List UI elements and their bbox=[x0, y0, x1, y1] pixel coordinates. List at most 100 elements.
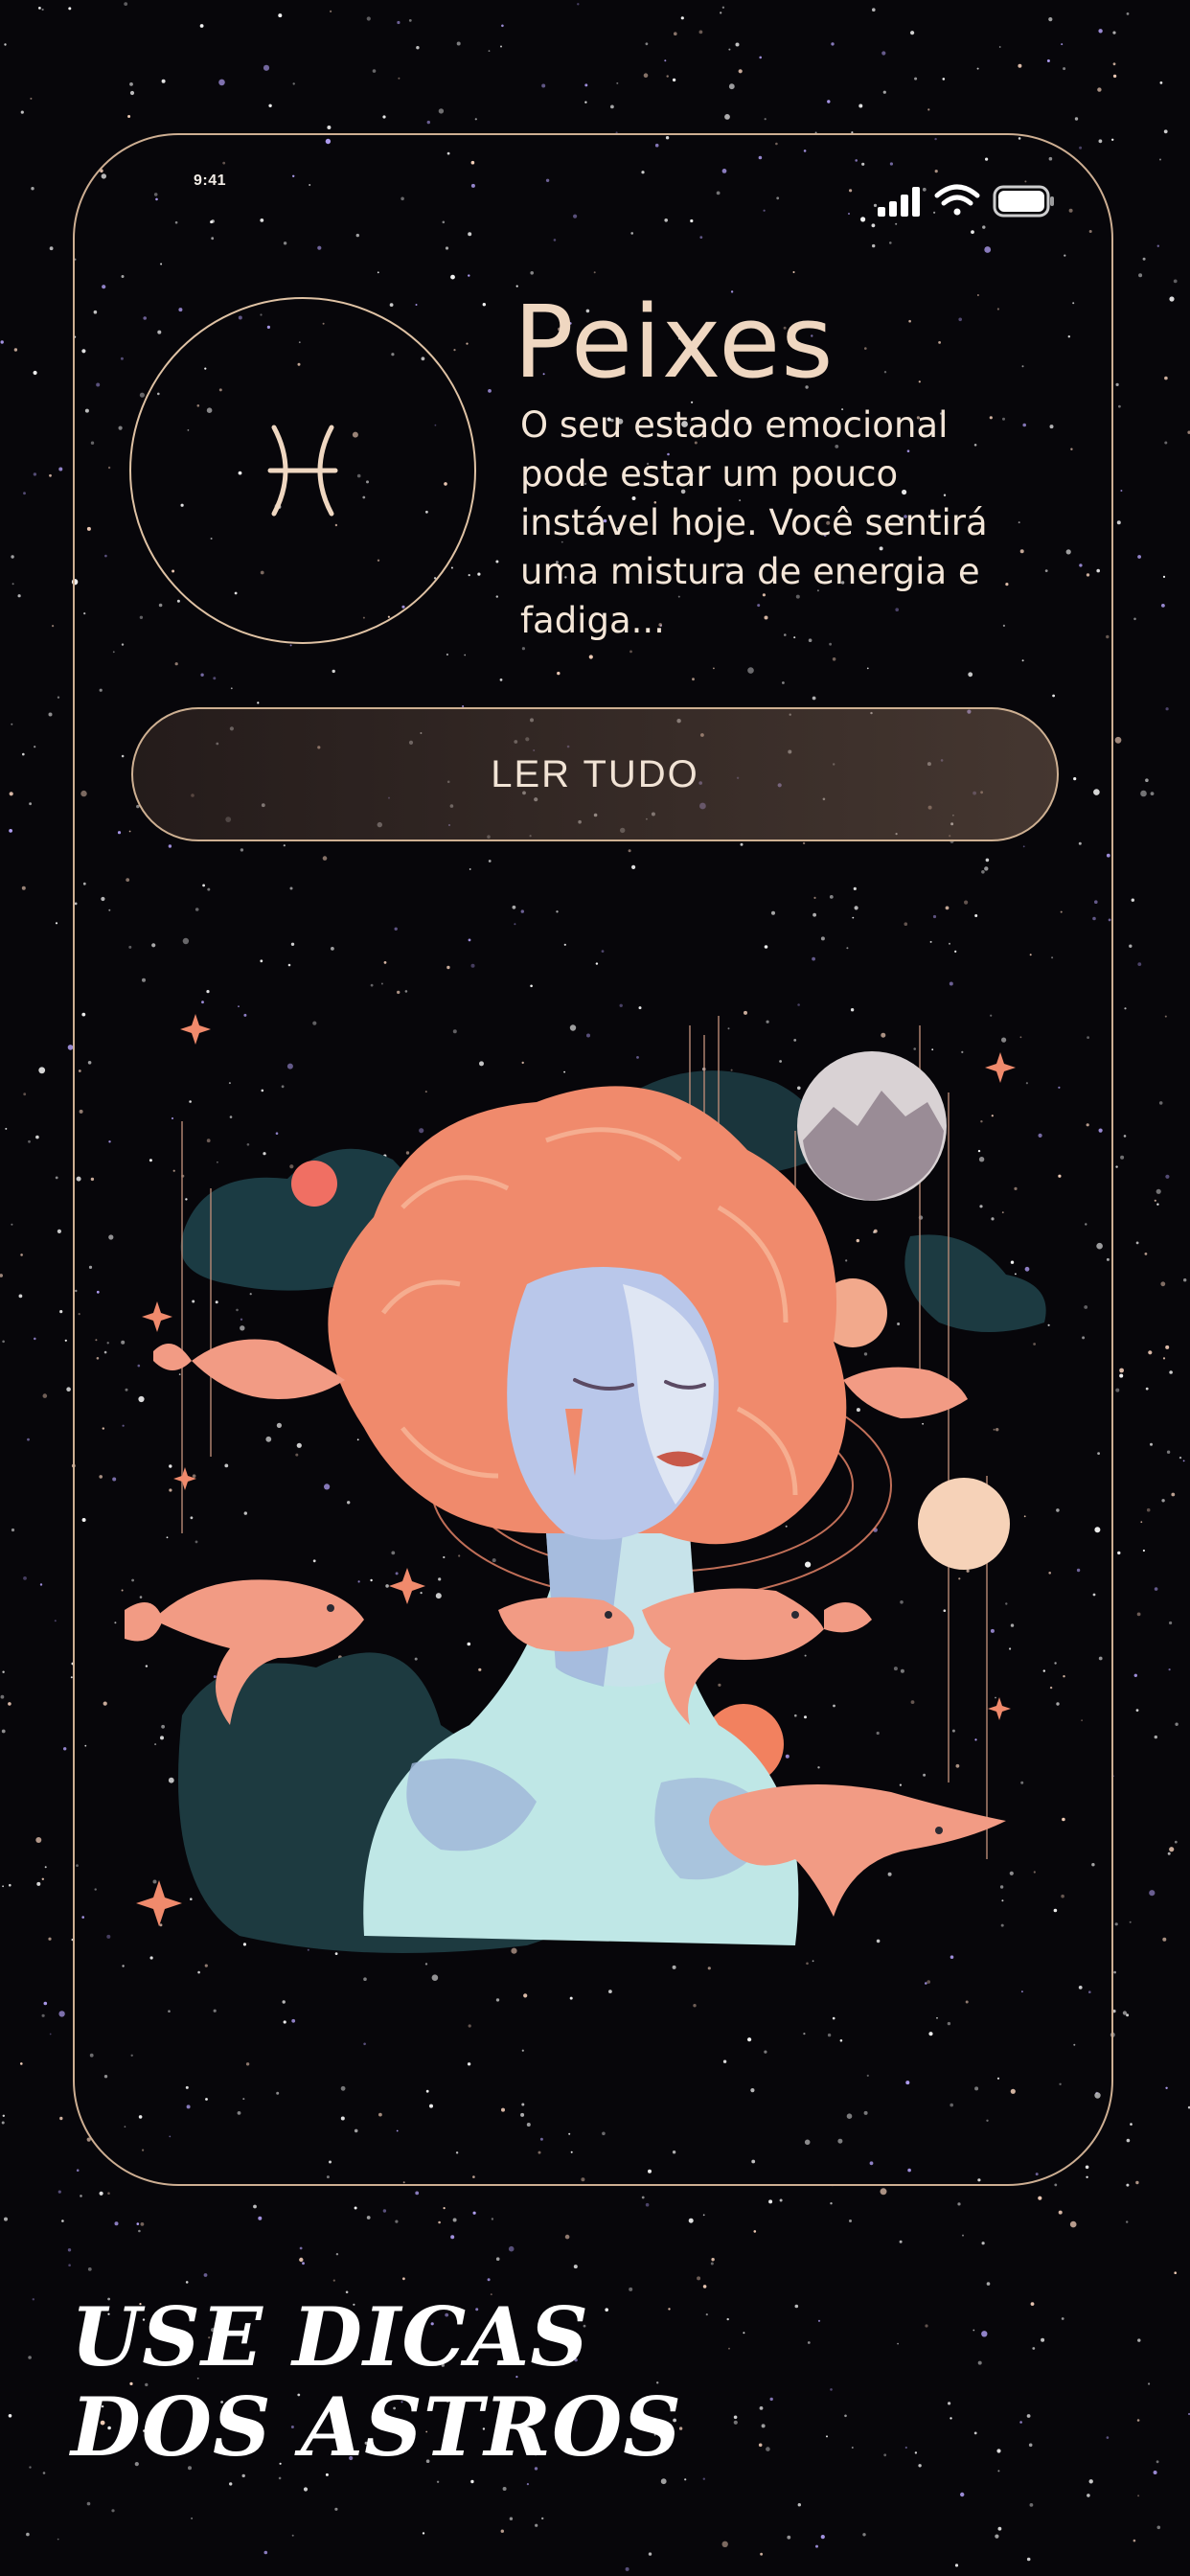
star bbox=[880, 2188, 887, 2196]
star bbox=[127, 115, 131, 118]
star bbox=[1133, 617, 1136, 621]
star bbox=[844, 2414, 847, 2418]
star bbox=[1115, 382, 1119, 386]
star bbox=[1135, 1709, 1139, 1712]
star bbox=[0, 340, 4, 344]
star bbox=[38, 1067, 46, 1074]
star bbox=[2, 1885, 4, 1888]
star bbox=[438, 2220, 441, 2224]
star bbox=[487, 2278, 491, 2282]
star bbox=[470, 2479, 474, 2484]
star bbox=[702, 2285, 707, 2288]
star bbox=[2, 2114, 5, 2117]
star bbox=[67, 2248, 72, 2252]
wifi-icon bbox=[934, 184, 980, 216]
star bbox=[1156, 2525, 1161, 2530]
star bbox=[501, 24, 504, 28]
star bbox=[1156, 2460, 1159, 2464]
star bbox=[34, 1337, 36, 1341]
star bbox=[794, 2304, 799, 2309]
star bbox=[61, 2220, 64, 2222]
star bbox=[1154, 1199, 1156, 1202]
star bbox=[986, 2282, 991, 2286]
star bbox=[1038, 2196, 1042, 2200]
star bbox=[977, 2360, 982, 2365]
star bbox=[954, 2564, 959, 2567]
star bbox=[957, 2202, 961, 2206]
star bbox=[1026, 2414, 1031, 2418]
star bbox=[1098, 139, 1103, 144]
star bbox=[872, 8, 876, 12]
star bbox=[36, 1881, 41, 1886]
star bbox=[1162, 575, 1166, 579]
star bbox=[1113, 1970, 1116, 1974]
star bbox=[1148, 1350, 1153, 1355]
star bbox=[973, 2329, 975, 2332]
star bbox=[1120, 490, 1123, 492]
star bbox=[1, 2121, 5, 2125]
star bbox=[1154, 1587, 1158, 1591]
star bbox=[57, 2538, 59, 2541]
star bbox=[49, 246, 54, 251]
star bbox=[1112, 74, 1117, 79]
star bbox=[1098, 29, 1103, 34]
star bbox=[1137, 962, 1142, 966]
star bbox=[1112, 31, 1116, 34]
star bbox=[738, 69, 743, 74]
star bbox=[1054, 2183, 1058, 2187]
star bbox=[645, 42, 649, 46]
star bbox=[17, 594, 21, 598]
star bbox=[4, 2217, 8, 2221]
star bbox=[1140, 790, 1147, 797]
star bbox=[616, 81, 619, 84]
star bbox=[1115, 1165, 1118, 1168]
star bbox=[1142, 257, 1146, 261]
star bbox=[720, 12, 722, 14]
star bbox=[11, 1528, 15, 1532]
star bbox=[49, 2033, 52, 2036]
star bbox=[1019, 2421, 1022, 2424]
read-more-button[interactable]: LER TUDO bbox=[131, 707, 1059, 841]
star bbox=[415, 2191, 420, 2196]
star bbox=[1164, 441, 1168, 445]
star bbox=[1123, 1135, 1127, 1138]
star bbox=[897, 2342, 899, 2345]
star bbox=[11, 555, 14, 559]
star bbox=[35, 1837, 42, 1843]
star bbox=[1026, 2557, 1031, 2562]
star bbox=[48, 712, 53, 717]
star bbox=[914, 77, 918, 80]
star bbox=[278, 13, 283, 18]
star bbox=[1018, 63, 1022, 68]
star bbox=[395, 2220, 399, 2223]
star bbox=[59, 1310, 63, 1314]
star bbox=[500, 2529, 504, 2533]
star bbox=[743, 2332, 745, 2334]
star bbox=[111, 2509, 115, 2513]
star bbox=[1129, 944, 1133, 948]
star bbox=[962, 2234, 964, 2237]
star bbox=[849, 2220, 852, 2222]
star bbox=[728, 2347, 730, 2350]
star bbox=[1130, 2123, 1133, 2126]
star bbox=[629, 2287, 633, 2291]
star bbox=[981, 2331, 988, 2337]
star bbox=[330, 10, 332, 12]
star bbox=[241, 2473, 245, 2478]
star bbox=[32, 2298, 34, 2301]
star bbox=[976, 67, 979, 70]
star bbox=[761, 2424, 766, 2428]
star bbox=[35, 1135, 39, 1139]
star bbox=[23, 1576, 27, 1580]
star bbox=[1137, 2495, 1140, 2497]
star bbox=[688, 2218, 694, 2223]
star bbox=[1131, 898, 1135, 902]
star bbox=[1159, 158, 1161, 161]
star bbox=[500, 45, 502, 48]
star bbox=[733, 2420, 738, 2425]
star bbox=[666, 75, 669, 78]
star bbox=[9, 829, 13, 833]
star bbox=[997, 2470, 1000, 2472]
star bbox=[1119, 1368, 1124, 1373]
star bbox=[1112, 62, 1116, 66]
